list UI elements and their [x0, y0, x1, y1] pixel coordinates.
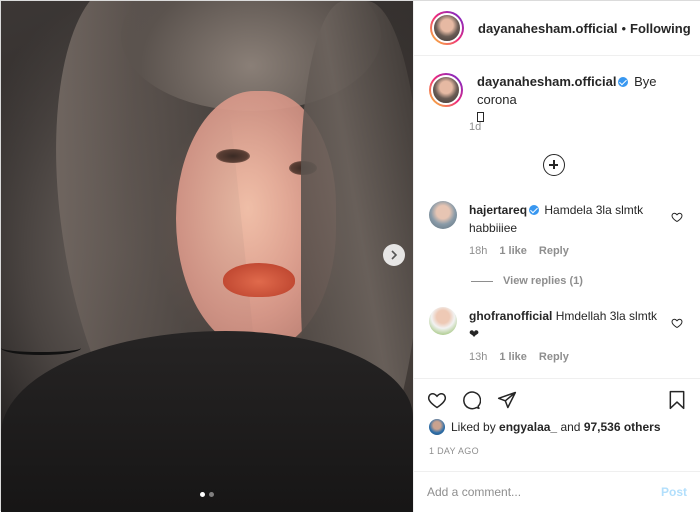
photo-lips [223, 263, 295, 297]
header-text: dayanahesham.official • Following [478, 21, 691, 36]
view-replies-button[interactable]: View replies (1) [471, 275, 583, 287]
verified-badge-icon [618, 77, 629, 87]
photo-bracelet [1, 341, 81, 355]
bookmark-icon[interactable] [667, 390, 687, 410]
chevron-right-icon [391, 250, 398, 260]
replies-line [471, 280, 493, 282]
liker-username[interactable]: engyalaa_ [499, 420, 557, 434]
commenter-avatar[interactable] [429, 307, 457, 335]
photo-eye-left [216, 149, 250, 163]
post-date: 1 DAY AGO [429, 446, 479, 456]
comment-likes[interactable]: 1 like [499, 351, 527, 363]
likes-prefix: Liked by [451, 420, 496, 434]
likes-and: and [560, 420, 581, 434]
likes-summary: Liked by engyalaa_ and 97,536 others [429, 419, 661, 435]
header-separator: • [621, 20, 627, 36]
caption-body: dayanahesham.official Bye corona [477, 73, 689, 127]
post-header: dayanahesham.official • Following [414, 1, 700, 56]
carousel-indicator [200, 492, 214, 497]
caption-timestamp: 1d [469, 121, 482, 133]
comment-like-heart-icon[interactable] [671, 211, 683, 223]
heart-icon[interactable] [427, 390, 447, 410]
caption-username[interactable]: dayanahesham.official [477, 74, 616, 89]
comment-item: hajertareq Hamdela 3la slmtk habbiiiee 1… [429, 201, 691, 257]
post-dialog: dayanahesham.official • Following dayana… [0, 0, 700, 512]
reply-button[interactable]: Reply [539, 245, 569, 257]
carousel-dot-2 [209, 492, 214, 497]
comment-body: hajertareq Hamdela 3la slmtk habbiiiee [469, 201, 659, 237]
share-icon[interactable] [497, 390, 517, 410]
comment-time: 18h [469, 245, 488, 257]
comment-username[interactable]: hajertareq [469, 203, 527, 217]
comment-body: ghofranofficial Hmdellah 3la slmtk ❤ [469, 307, 659, 343]
comment-likes[interactable]: 1 like [499, 245, 527, 257]
following-button[interactable]: Following [630, 21, 691, 36]
caption-avatar[interactable] [429, 73, 463, 107]
comment-time: 13h [469, 351, 488, 363]
comment-meta: 13h 1 like Reply [469, 351, 691, 363]
comment-username[interactable]: ghofranofficial [469, 309, 552, 323]
post-button[interactable]: Post [661, 485, 687, 499]
next-slide-button[interactable] [383, 244, 405, 266]
liker-avatar[interactable] [429, 419, 445, 435]
likes-count[interactable]: 97,536 others [584, 420, 661, 434]
post-photo[interactable] [1, 1, 413, 512]
post-actions: Liked by engyalaa_ and 97,536 others 1 D… [413, 378, 700, 483]
comment-meta: 18h 1 like Reply [469, 245, 691, 257]
comment-like-heart-icon[interactable] [671, 317, 683, 329]
view-replies-label: View replies (1) [503, 275, 583, 287]
comment-form: Post [413, 471, 700, 512]
author-username[interactable]: dayanahesham.official [478, 21, 617, 36]
carousel-dot-1 [200, 492, 205, 497]
plus-circle-icon[interactable] [543, 154, 565, 176]
comment-input[interactable] [427, 485, 661, 499]
reply-button[interactable]: Reply [539, 351, 569, 363]
comment-item: ghofranofficial Hmdellah 3la slmtk ❤ 13h… [429, 307, 691, 363]
photo-shirt [1, 331, 413, 512]
commenter-avatar[interactable] [429, 201, 457, 229]
comment-icon[interactable] [461, 390, 481, 410]
author-avatar[interactable] [430, 11, 464, 45]
verified-badge-icon [529, 205, 540, 215]
caption: dayanahesham.official Bye corona [429, 73, 689, 127]
